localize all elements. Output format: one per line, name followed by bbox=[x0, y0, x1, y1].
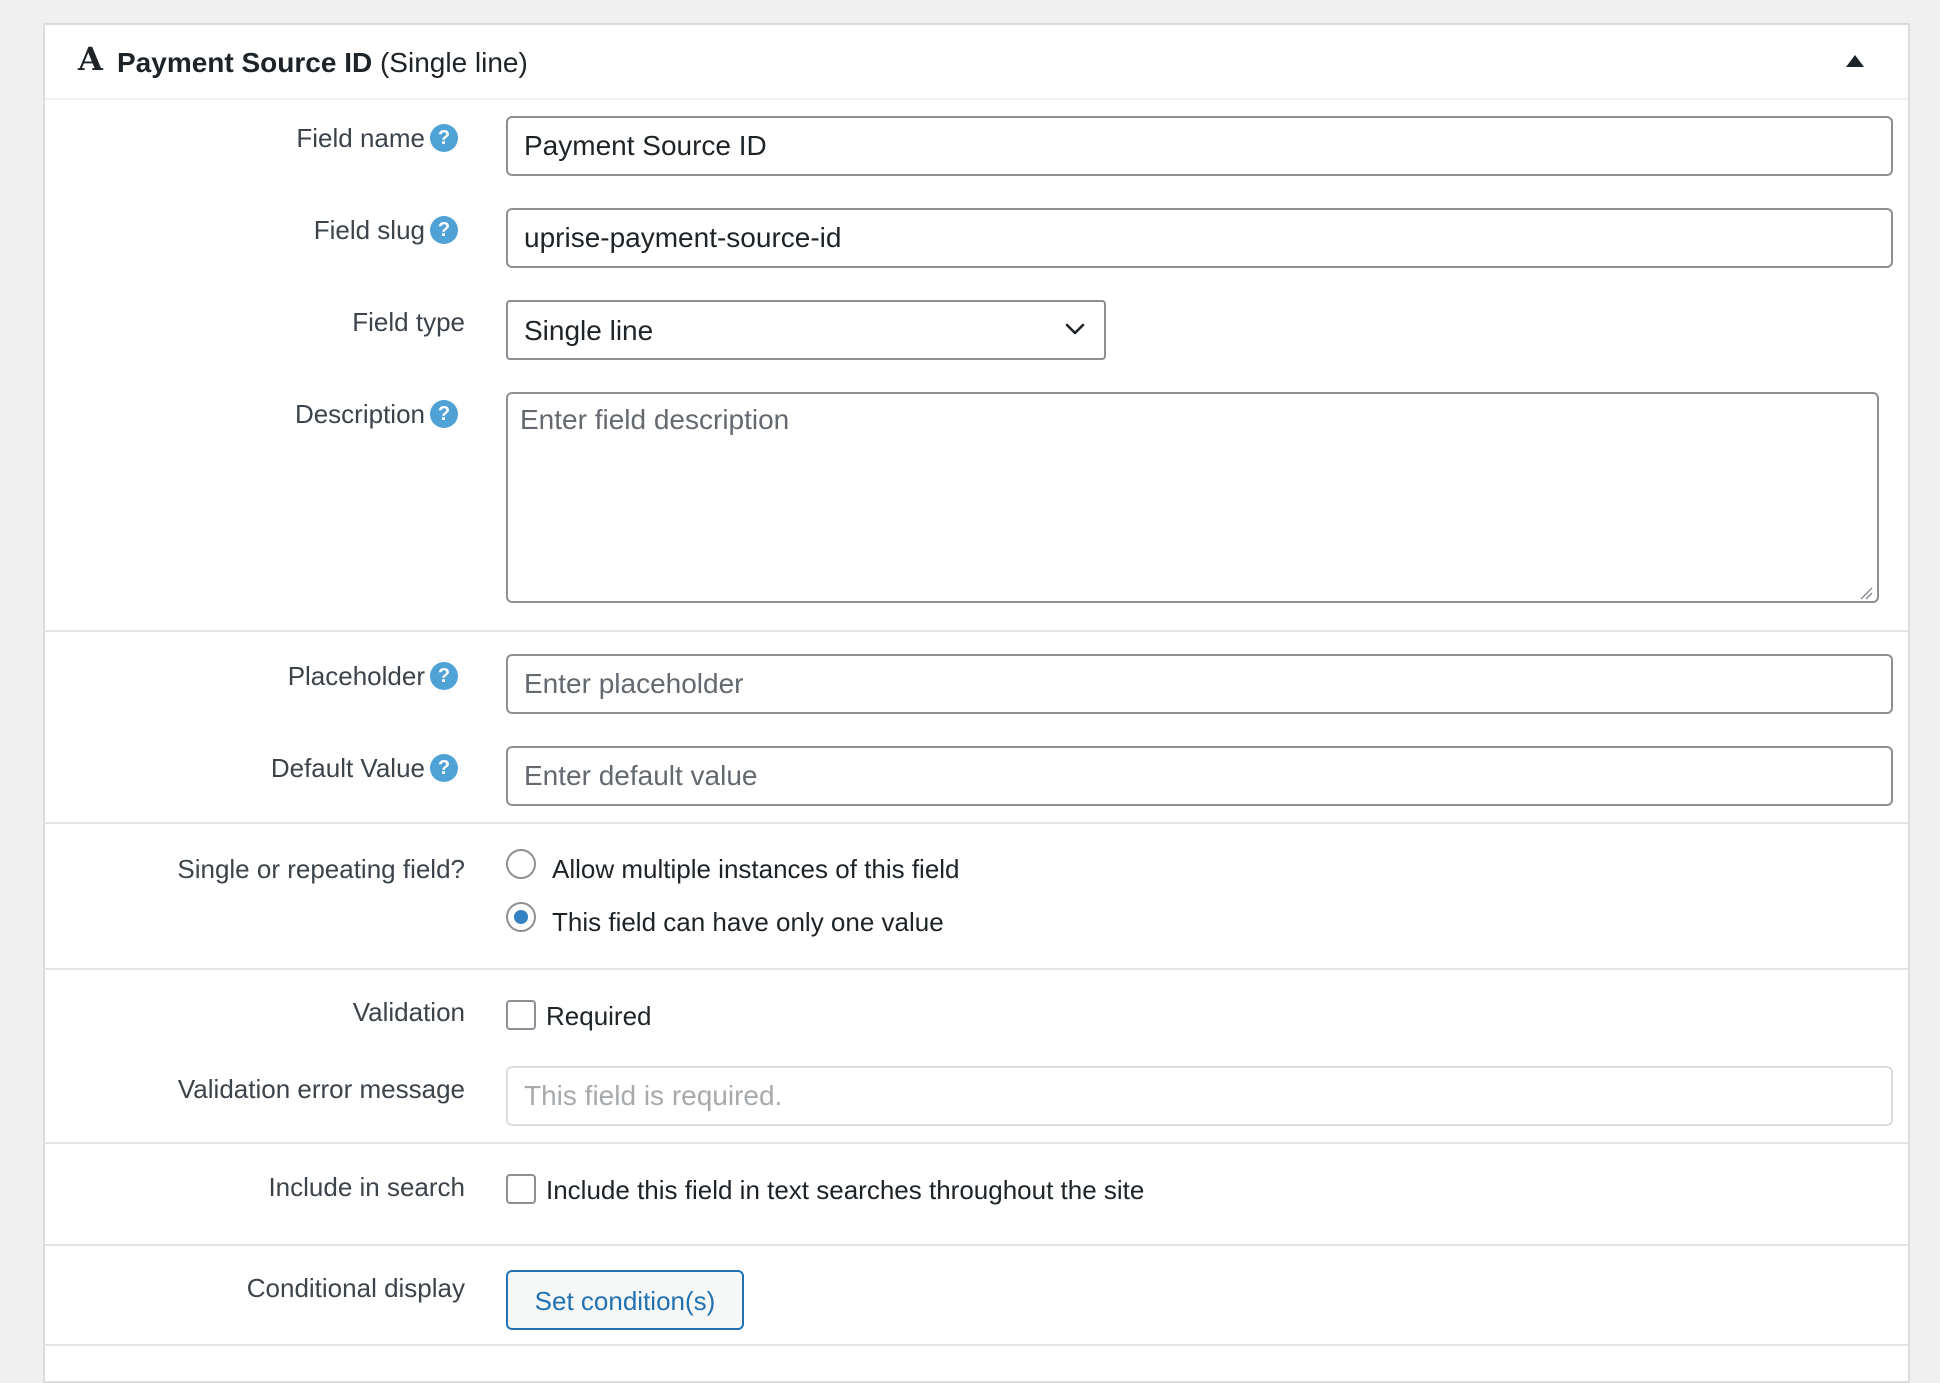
field-name-label: Field name bbox=[296, 123, 425, 153]
field-type-label: Field type bbox=[352, 307, 465, 337]
field-slug-help-icon[interactable]: ? bbox=[430, 216, 458, 244]
required-checkbox-label[interactable]: Required bbox=[546, 1000, 652, 1032]
include-search-checkbox-label[interactable]: Include this field in text searches thro… bbox=[546, 1174, 1144, 1206]
field-slug-input[interactable] bbox=[506, 208, 1893, 268]
placeholder-input[interactable] bbox=[506, 654, 1893, 714]
include-search-checkbox[interactable] bbox=[506, 1174, 536, 1204]
validation-error-label: Validation error message bbox=[177, 1074, 465, 1104]
field-name-input[interactable] bbox=[506, 116, 1893, 176]
section-divider bbox=[45, 968, 1908, 970]
chevron-down-icon bbox=[1065, 323, 1085, 335]
radio-allow-multiple[interactable] bbox=[506, 849, 536, 879]
conditional-display-label: Conditional display bbox=[246, 1273, 465, 1303]
description-help-icon[interactable]: ? bbox=[430, 400, 458, 428]
radio-single-value-label[interactable]: This field can have only one value bbox=[552, 906, 944, 938]
description-label: Description bbox=[294, 399, 425, 429]
section-divider bbox=[45, 822, 1908, 824]
description-textarea[interactable] bbox=[506, 392, 1879, 603]
section-divider bbox=[45, 1344, 1908, 1346]
section-divider bbox=[45, 1142, 1908, 1144]
field-panel: A Payment Source ID (Single line) Field … bbox=[43, 23, 1910, 1383]
placeholder-help-icon[interactable]: ? bbox=[430, 662, 458, 690]
section-divider bbox=[45, 1244, 1908, 1246]
placeholder-label: Placeholder bbox=[287, 661, 425, 691]
default-value-input[interactable] bbox=[506, 746, 1893, 806]
panel-title-field-name: Payment Source ID bbox=[117, 47, 373, 78]
validation-label: Validation bbox=[352, 997, 465, 1027]
default-value-label: Default Value bbox=[270, 753, 425, 783]
panel-title-field-type: (Single line) bbox=[379, 47, 528, 78]
repeating-label: Single or repeating field? bbox=[177, 854, 465, 884]
resize-handle-icon[interactable] bbox=[1859, 586, 1873, 600]
default-value-help-icon[interactable]: ? bbox=[430, 754, 458, 782]
set-conditions-button[interactable]: Set condition(s) bbox=[506, 1270, 744, 1330]
radio-single-value[interactable] bbox=[506, 902, 536, 932]
text-field-icon: A bbox=[78, 40, 103, 78]
section-divider bbox=[45, 630, 1908, 632]
field-name-help-icon[interactable]: ? bbox=[430, 124, 458, 152]
panel-title: Payment Source ID (Single line) bbox=[117, 47, 528, 79]
radio-allow-multiple-label[interactable]: Allow multiple instances of this field bbox=[552, 853, 960, 885]
field-type-select[interactable]: Single line bbox=[506, 300, 1106, 360]
collapse-triangle-icon[interactable] bbox=[1846, 55, 1864, 67]
validation-error-input bbox=[506, 1066, 1893, 1126]
field-type-selected-value: Single line bbox=[524, 315, 654, 346]
include-search-label: Include in search bbox=[268, 1172, 465, 1202]
required-checkbox[interactable] bbox=[506, 1000, 536, 1030]
field-panel-header[interactable]: A Payment Source ID (Single line) bbox=[45, 25, 1908, 100]
field-slug-label: Field slug bbox=[313, 215, 425, 245]
